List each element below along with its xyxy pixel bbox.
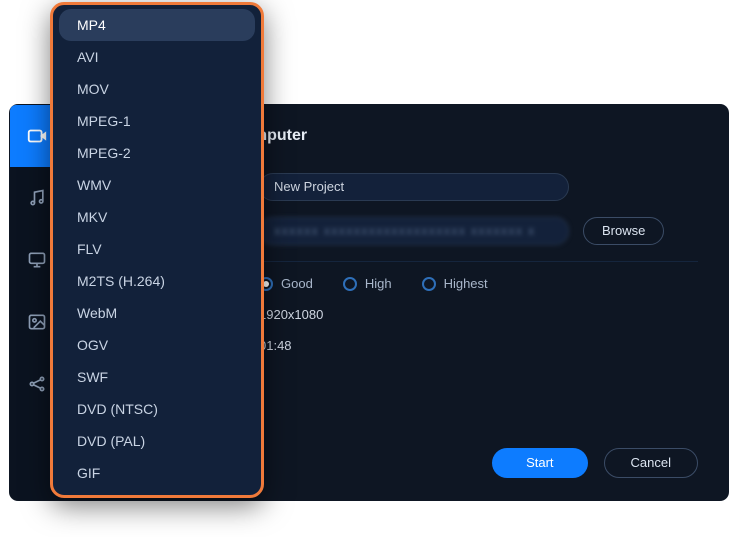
quality-radio-high[interactable]: High [343, 276, 392, 291]
format-option-mov[interactable]: MOV [59, 73, 255, 105]
format-option-gif[interactable]: GIF [59, 457, 255, 489]
quality-radio-good[interactable]: Good [259, 276, 313, 291]
format-option-avi[interactable]: AVI [59, 41, 255, 73]
quality-radio-highest[interactable]: Highest [422, 276, 488, 291]
format-option-mkv[interactable]: MKV [59, 201, 255, 233]
radio-label: Good [281, 276, 313, 291]
save-path-input[interactable]: xxxxxx xxxxxxxxxxxxxxxxxxx xxxxxxx x [259, 217, 569, 245]
format-option-mp4[interactable]: MP4 [59, 9, 255, 41]
quality-radio-group: Good High Highest [259, 276, 488, 291]
format-option-flv[interactable]: FLV [59, 233, 255, 265]
format-option-m2ts[interactable]: M2TS (H.264) [59, 265, 255, 297]
share-icon [27, 374, 47, 394]
project-name-input[interactable]: New Project [259, 173, 569, 201]
format-option-dvdpal[interactable]: DVD (PAL) [59, 425, 255, 457]
format-option-wmv[interactable]: WMV [59, 169, 255, 201]
radio-icon [343, 277, 357, 291]
radio-label: Highest [444, 276, 488, 291]
video-icon [26, 125, 48, 147]
format-dropdown[interactable]: MP4 AVI MOV MPEG-1 MPEG-2 WMV MKV FLV M2… [50, 2, 264, 498]
format-option-ogv[interactable]: OGV [59, 329, 255, 361]
music-icon [27, 188, 47, 208]
resolution-value: 1920x1080 [259, 307, 323, 322]
radio-icon [422, 277, 436, 291]
radio-label: High [365, 276, 392, 291]
format-option-webm[interactable]: WebM [59, 297, 255, 329]
format-option-swf[interactable]: SWF [59, 361, 255, 393]
browse-button[interactable]: Browse [583, 217, 664, 245]
image-icon [27, 312, 47, 332]
monitor-icon [27, 250, 47, 270]
format-option-mpeg2[interactable]: MPEG-2 [59, 137, 255, 169]
cancel-button[interactable]: Cancel [604, 448, 698, 478]
format-option-mpeg1[interactable]: MPEG-1 [59, 105, 255, 137]
format-option-dvdntsc[interactable]: DVD (NTSC) [59, 393, 255, 425]
start-button[interactable]: Start [492, 448, 587, 478]
